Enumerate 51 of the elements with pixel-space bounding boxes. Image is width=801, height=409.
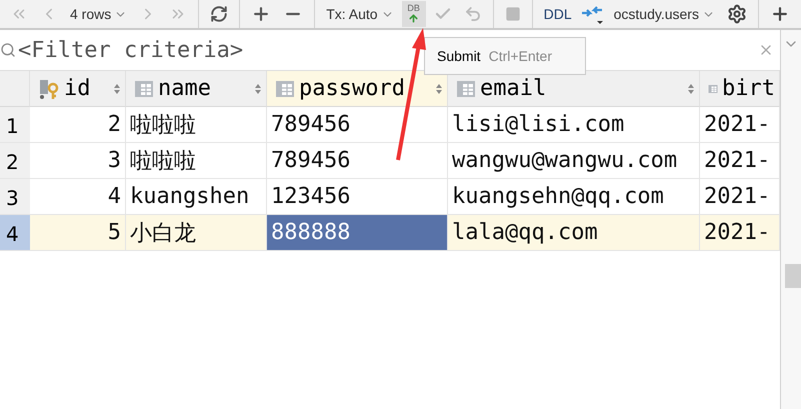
column-icon: [275, 80, 295, 98]
table-cell[interactable]: 4: [30, 179, 126, 215]
sort-icon[interactable]: [687, 82, 695, 94]
table-cell[interactable]: 789456: [267, 143, 448, 179]
rows-dropdown[interactable]: 4 rows: [66, 2, 132, 26]
column-header[interactable]: email: [448, 71, 700, 107]
scrollbar-thumb[interactable]: [785, 264, 801, 288]
key-column-icon: [38, 78, 60, 100]
table-cell[interactable]: 小白龙: [126, 215, 267, 251]
table-cell[interactable]: 2021-: [700, 143, 780, 179]
stop-icon[interactable]: [504, 6, 521, 22]
table-dropdown[interactable]: ocstudy.users: [610, 2, 719, 26]
sort-icon[interactable]: [254, 82, 262, 94]
settings-icon[interactable]: [726, 4, 747, 24]
table-cell[interactable]: 888888: [267, 215, 448, 251]
table-cell[interactable]: lisi@lisi.com: [448, 107, 700, 143]
column-icon: [134, 80, 154, 98]
submit-button[interactable]: DB: [402, 1, 426, 27]
row-number[interactable]: 1: [0, 107, 30, 143]
ddl-button[interactable]: DDL: [540, 2, 576, 26]
table-cell[interactable]: 5: [30, 215, 126, 251]
tooltip-shortcut: Ctrl+Enter: [488, 48, 552, 64]
column-icon: [456, 80, 476, 98]
row-number[interactable]: 4: [0, 215, 30, 251]
refresh-icon[interactable]: [210, 5, 228, 23]
table-cell[interactable]: 2021-: [700, 107, 780, 143]
table-cell[interactable]: 2: [30, 107, 126, 143]
table-cell[interactable]: 3: [30, 143, 126, 179]
table-cell[interactable]: 789456: [267, 107, 448, 143]
row-number[interactable]: 2: [0, 143, 30, 179]
table-cell[interactable]: 啦啦啦: [126, 143, 267, 179]
column-header[interactable]: id: [30, 71, 126, 107]
table-cell[interactable]: wangwu@wangwu.com: [448, 143, 700, 179]
table-cell[interactable]: kuangsehn@qq.com: [448, 179, 700, 215]
undo-icon[interactable]: [464, 5, 482, 23]
table-cell[interactable]: 2021-: [700, 215, 780, 251]
search-icon[interactable]: [0, 42, 16, 58]
table-cell[interactable]: 123456: [267, 179, 448, 215]
up-arrow-icon: [408, 13, 420, 24]
table-cell[interactable]: 2021-: [700, 179, 780, 215]
table-cell[interactable]: 啦啦啦: [126, 107, 267, 143]
table-cell[interactable]: kuangshen: [126, 179, 267, 215]
sort-icon[interactable]: [435, 82, 443, 94]
tooltip-label: Submit: [437, 48, 481, 64]
column-header[interactable]: name: [126, 71, 267, 107]
transaction-dropdown[interactable]: Tx: Auto: [322, 2, 398, 26]
column-header[interactable]: birt: [700, 71, 780, 107]
column-header[interactable]: password: [267, 71, 448, 107]
table-cell[interactable]: lala@qq.com: [448, 215, 700, 251]
sort-icon[interactable]: [113, 82, 121, 94]
row-number[interactable]: 3: [0, 179, 30, 215]
